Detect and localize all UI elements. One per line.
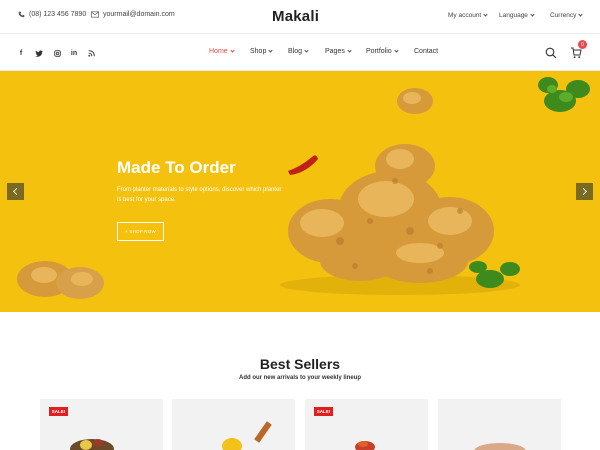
section-subtitle: Add our new arrivals to your weekly line… (238, 375, 362, 381)
top-bar: (08) 123 456 7890 yourmail@domain.com Ma… (0, 0, 600, 34)
next-slide-button[interactable] (576, 183, 593, 200)
hero-slider: Made To Order From planter materials to … (0, 71, 600, 312)
chevron-down-icon (268, 48, 273, 53)
fried-chicken-image (17, 77, 590, 299)
currency-dropdown[interactable]: Currency (550, 12, 583, 19)
main-navigation: f in Home Shop Blog Pages Portfolio Cont… (0, 34, 600, 71)
prev-slide-button[interactable] (7, 183, 24, 200)
chevron-right-icon (579, 187, 588, 196)
product-card[interactable]: SALE! (40, 399, 163, 450)
product-image (70, 439, 114, 450)
chevron-down-icon (394, 48, 399, 53)
product-image (355, 441, 375, 450)
rss-icon[interactable] (86, 48, 96, 58)
chevron-down-icon (483, 12, 488, 17)
phone-number: (08) 123 456 7890 (29, 11, 87, 18)
chevron-down-icon (530, 12, 535, 17)
phone-icon (18, 11, 25, 18)
section-title: Best Sellers (259, 356, 341, 372)
site-logo[interactable]: Makali (272, 8, 319, 25)
hero-description: From planter materials to style options,… (117, 187, 282, 203)
email-info[interactable]: yourmail@domain.com (91, 11, 175, 18)
product-card[interactable] (172, 399, 295, 450)
nav-label: Pages (325, 48, 345, 55)
search-icon[interactable] (545, 46, 557, 64)
nav-item-portfolio[interactable]: Portfolio (366, 48, 399, 55)
nav-item-home[interactable]: Home (209, 48, 235, 55)
product-card[interactable] (438, 399, 561, 450)
phone-info: (08) 123 456 7890 (18, 11, 86, 18)
chevron-left-icon (12, 187, 21, 196)
linkedin-icon[interactable]: in (69, 48, 79, 58)
product-card[interactable]: SALE! (305, 399, 428, 450)
my-account-dropdown[interactable]: My account (448, 12, 488, 19)
chevron-down-icon (230, 48, 235, 53)
language-dropdown[interactable]: Language (499, 12, 535, 19)
nav-item-contact[interactable]: Contact (414, 48, 438, 55)
nav-item-pages[interactable]: Pages (325, 48, 352, 55)
instagram-icon[interactable] (52, 48, 62, 58)
mail-icon (91, 11, 99, 18)
nav-item-shop[interactable]: Shop (250, 48, 273, 55)
product-image (222, 421, 272, 450)
nav-label: Blog (288, 48, 303, 55)
language-label: Language (499, 12, 528, 19)
my-account-label: My account (448, 12, 482, 19)
nav-label: Contact (414, 48, 439, 55)
email-address: yourmail@domain.com (103, 11, 175, 18)
hero-title: Made To Order (117, 158, 236, 177)
product-image (474, 443, 526, 450)
facebook-icon[interactable]: f (16, 48, 26, 58)
nav-label: Portfolio (366, 48, 392, 55)
nav-label: Home (209, 48, 228, 55)
chevron-down-icon (347, 48, 352, 53)
chevron-down-icon (578, 12, 583, 17)
nav-item-blog[interactable]: Blog (288, 48, 309, 55)
twitter-icon[interactable] (34, 48, 44, 58)
shop-now-button[interactable]: + SHOP NOW (117, 222, 164, 241)
currency-label: Currency (550, 12, 577, 19)
cart-count-badge: 0 (578, 40, 587, 49)
nav-label: Shop (250, 48, 267, 55)
chevron-down-icon (304, 48, 309, 53)
